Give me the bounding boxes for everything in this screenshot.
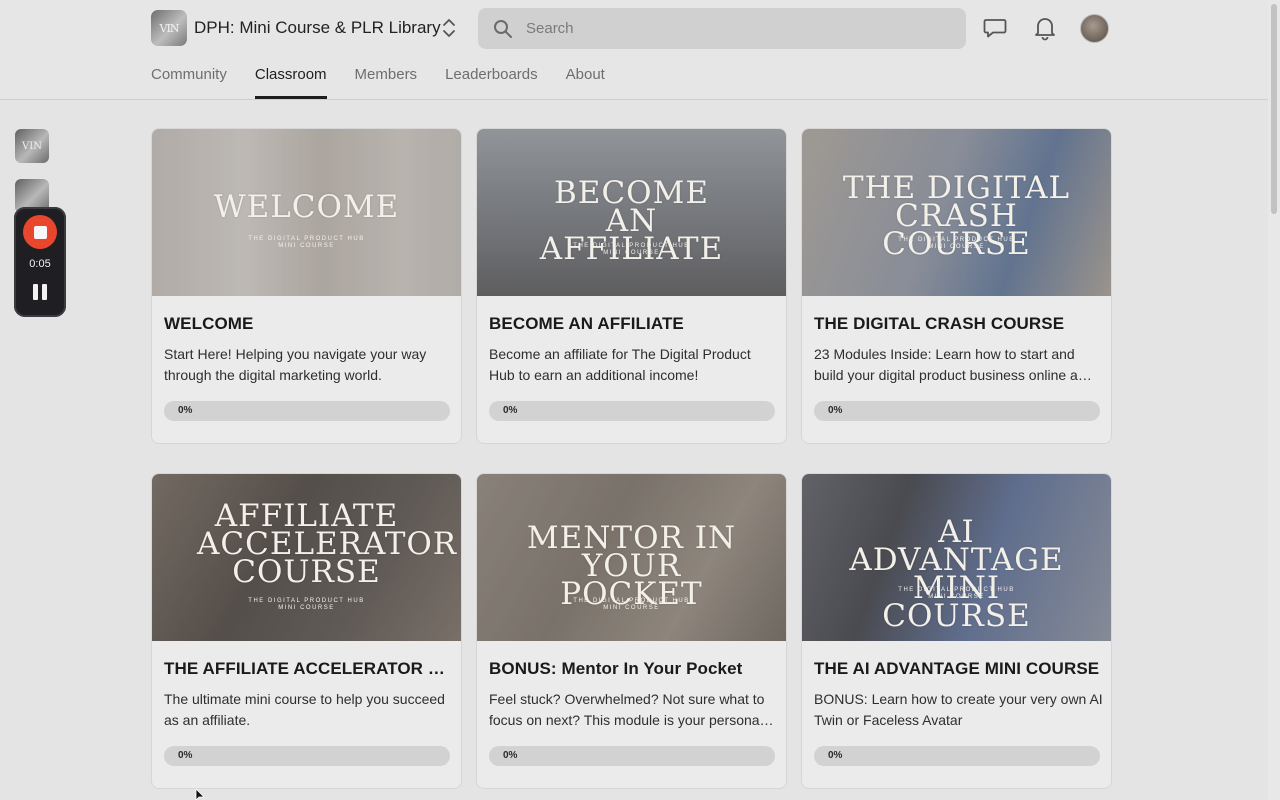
thumbnail-subtitle-2: MINI COURSE <box>603 605 660 611</box>
search-bar[interactable] <box>478 8 966 49</box>
course-card[interactable]: MENTOR IN YOUR POCKET THE DIGITAL PRODUC… <box>476 473 787 789</box>
course-progress-bar: 0% <box>164 401 450 421</box>
thumbnail-subtitle: THE DIGITAL PRODUCT HUB <box>248 236 365 242</box>
user-avatar[interactable] <box>1080 14 1109 43</box>
tab-community[interactable]: Community <box>151 64 227 100</box>
course-description: 23 Modules Inside: Learn how to start an… <box>814 346 1092 383</box>
progress-label: 0% <box>828 750 843 761</box>
course-description: BONUS: Learn how to create your very own… <box>814 691 1103 728</box>
recording-timer: 0:05 <box>29 258 51 270</box>
top-header: VIN DPH: Mini Course & PLR Library Commu… <box>0 0 1268 100</box>
thumbnail-subtitle-2: MINI COURSE <box>278 605 335 611</box>
course-thumbnail: AI ADVANTAGE MINI COURSE THE DIGITAL PRO… <box>802 474 1111 641</box>
tab-leaderboards[interactable]: Leaderboards <box>445 64 538 100</box>
course-progress-bar: 0% <box>814 401 1100 421</box>
thumbnail-subtitle-2: MINI COURSE <box>928 244 985 250</box>
course-thumbnail: AFFILIATE ACCELERATOR COURSE THE DIGITAL… <box>152 474 461 641</box>
course-title: THE DIGITAL CRASH COURSE <box>814 314 1065 333</box>
course-card[interactable]: AFFILIATE ACCELERATOR COURSE THE DIGITAL… <box>151 473 462 789</box>
progress-label: 0% <box>503 750 518 761</box>
course-card[interactable]: THE DIGITAL CRASH COURSE THE DIGITAL PRO… <box>801 128 1112 444</box>
search-input[interactable] <box>526 8 946 49</box>
thumbnail-subtitle: THE DIGITAL PRODUCT HUB <box>248 598 365 604</box>
thumbnail-subtitle-2: MINI COURSE <box>278 243 335 249</box>
thumbnail-subtitle: THE DIGITAL PRODUCT HUB <box>898 587 1015 593</box>
bell-icon[interactable] <box>1032 15 1058 41</box>
course-progress-bar: 0% <box>814 746 1100 766</box>
search-icon <box>494 20 512 38</box>
thumbnail-subtitle-2: MINI COURSE <box>603 250 660 256</box>
course-title: THE AFFILIATE ACCELERATOR C… <box>164 659 452 678</box>
progress-label: 0% <box>828 405 843 416</box>
thumbnail-subtitle: THE DIGITAL PRODUCT HUB <box>898 237 1015 243</box>
group-logo[interactable]: VIN <box>151 10 187 46</box>
course-title: THE AI ADVANTAGE MINI COURSE <box>814 659 1100 678</box>
nav-tabs: Community Classroom Members Leaderboards… <box>151 64 605 100</box>
thumbnail-title: WELCOME <box>213 189 400 225</box>
stop-recording-button[interactable] <box>23 215 57 249</box>
course-card[interactable]: WELCOME THE DIGITAL PRODUCT HUB MINI COU… <box>151 128 462 444</box>
course-title: WELCOME <box>164 314 254 333</box>
pause-icon[interactable] <box>33 284 47 300</box>
course-progress-bar: 0% <box>164 746 450 766</box>
tab-classroom[interactable]: Classroom <box>254 64 327 100</box>
course-thumbnail: THE DIGITAL CRASH COURSE THE DIGITAL PRO… <box>802 129 1111 296</box>
tab-about[interactable]: About <box>566 64 605 100</box>
thumbnail-subtitle-2: MINI COURSE <box>928 594 985 600</box>
thumbnail-title: AI ADVANTAGE MINI COURSE <box>849 514 1064 634</box>
course-description: Become an affiliate for The Digital Prod… <box>489 346 751 383</box>
mouse-cursor-icon <box>195 789 205 800</box>
progress-label: 0% <box>178 750 193 761</box>
stop-icon <box>33 225 47 239</box>
course-card[interactable]: AI ADVANTAGE MINI COURSE THE DIGITAL PRO… <box>801 473 1112 789</box>
course-description: The ultimate mini course to help you suc… <box>164 691 445 728</box>
thumbnail-subtitle: THE DIGITAL PRODUCT HUB <box>573 598 690 604</box>
chat-icon[interactable] <box>982 15 1008 41</box>
course-thumbnail: BECOME AN AFFILIATE THE DIGITAL PRODUCT … <box>477 129 786 296</box>
group-name[interactable]: DPH: Mini Course & PLR Library <box>194 18 441 38</box>
tab-members[interactable]: Members <box>355 64 418 100</box>
course-description: Feel stuck? Overwhelmed? Not sure what t… <box>489 691 774 728</box>
progress-label: 0% <box>503 405 518 416</box>
side-group-thumbnail[interactable]: VIN <box>15 129 49 163</box>
chevron-up-down-icon[interactable] <box>440 17 458 39</box>
thumbnail-title: MENTOR IN YOUR POCKET <box>526 520 737 612</box>
course-title: BONUS: Mentor In Your Pocket <box>489 659 743 678</box>
course-progress-bar: 0% <box>489 746 775 766</box>
course-thumbnail: WELCOME THE DIGITAL PRODUCT HUB MINI COU… <box>152 129 461 296</box>
thumbnail-subtitle: THE DIGITAL PRODUCT HUB <box>573 243 690 249</box>
course-description: Start Here! Helping you navigate your wa… <box>164 346 427 383</box>
course-thumbnail: MENTOR IN YOUR POCKET THE DIGITAL PRODUC… <box>477 474 786 641</box>
page-scrollbar[interactable] <box>1268 0 1280 800</box>
thumbnail-title: AFFILIATE ACCELERATOR COURSE <box>197 498 458 590</box>
progress-label: 0% <box>178 405 193 416</box>
course-grid: WELCOME THE DIGITAL PRODUCT HUB MINI COU… <box>151 128 1113 789</box>
course-title: BECOME AN AFFILIATE <box>489 314 684 333</box>
course-card[interactable]: BECOME AN AFFILIATE THE DIGITAL PRODUCT … <box>476 128 787 444</box>
course-progress-bar: 0% <box>489 401 775 421</box>
scrollbar-thumb[interactable] <box>1271 4 1277 214</box>
screen-recorder-widget: 0:05 <box>14 207 66 317</box>
